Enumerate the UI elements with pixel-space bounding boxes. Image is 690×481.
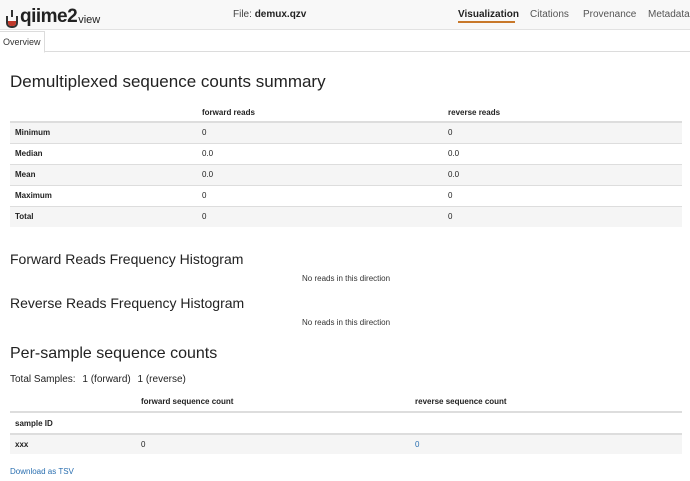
cell-reverse: 0.0 (448, 149, 460, 158)
summary-title: Demultiplexed sequence counts summary (10, 72, 326, 91)
row-label: Maximum (15, 191, 52, 200)
cell-forward: 0.0 (202, 149, 214, 158)
per-sample-title: Per-sample sequence counts (10, 345, 218, 362)
col-forward-sequence-count[interactable]: forward sequence count (136, 392, 410, 413)
qiime2-logo[interactable]: qiime2 view (5, 2, 100, 28)
total-samples-forward: 1 (forward) (82, 374, 131, 385)
forward-no-reads-message: No reads in this direction (302, 274, 391, 283)
reverse-histogram-title: Reverse Reads Frequency Histogram (10, 295, 245, 311)
table-row: Maximum 0 0 (10, 185, 682, 206)
col-forward-reads: forward reads (197, 103, 443, 123)
logo-text: qiime2 (20, 6, 78, 27)
logo-suffix: view (78, 14, 101, 26)
active-underline (458, 21, 515, 23)
col-reverse-reads: reverse reads (443, 103, 682, 123)
total-samples-label: Total Samples: (10, 374, 76, 385)
per-sample-table: forward sequence count reverse sequence … (10, 392, 682, 454)
table-row: Minimum 0 0 (10, 122, 682, 143)
cell-reverse: 0 (448, 191, 453, 200)
cell-reverse: 0.0 (448, 170, 460, 179)
forward-histogram-title: Forward Reads Frequency Histogram (10, 251, 244, 267)
tab-overview[interactable]: Overview (0, 31, 45, 53)
row-label: Minimum (15, 128, 51, 138)
flask-icon (5, 10, 19, 28)
row-label: Median (15, 149, 43, 158)
total-samples: Total Samples: 1 (forward) 1 (reverse) (10, 374, 190, 385)
table-row: xxx 0 0 (10, 434, 682, 454)
cell-forward: 0.0 (202, 170, 214, 179)
file-name: demux.qzv (254, 9, 307, 20)
cell-reverse: 0 (448, 128, 453, 138)
nav-citations-label: Citations (530, 9, 569, 20)
summary-table: forward reads reverse reads Minimum 0 0 … (10, 103, 682, 227)
top-bar: qiime2 view File: demux.qzv Visualizatio… (0, 0, 690, 30)
file-label: File: demux.qzv (233, 9, 306, 20)
table-row: Median 0.0 0.0 (10, 143, 682, 164)
empty-header (410, 412, 682, 435)
cell-reverse: 0 (448, 212, 453, 222)
nav-visualization[interactable]: Visualization (458, 0, 519, 30)
file-prefix: File: (233, 9, 252, 20)
cell-reverse-count[interactable]: 0 (410, 434, 682, 454)
empty-header (136, 412, 410, 435)
col-sample-id[interactable]: sample ID (10, 412, 136, 435)
nav-provenance-label: Provenance (583, 9, 637, 20)
nav-visualization-label: Visualization (458, 9, 519, 20)
table-row: Total 0 0 (10, 206, 682, 227)
row-label: Mean (15, 170, 36, 179)
col-reverse-sequence-count[interactable]: reverse sequence count (410, 392, 682, 413)
summary-corner-header (10, 103, 197, 123)
nav-provenance[interactable]: Provenance (583, 0, 636, 30)
nav-citations[interactable]: Citations (530, 0, 569, 30)
cell-forward: 0 (202, 191, 207, 200)
row-label: Total (15, 212, 34, 222)
nav-metadata-label: Metadata (648, 9, 690, 20)
cell-forward: 0 (202, 212, 207, 222)
total-samples-reverse: 1 (reverse) (137, 374, 186, 385)
per-sample-corner-header (10, 392, 136, 413)
cell-forward-count: 0 (141, 440, 146, 449)
table-row: Mean 0.0 0.0 (10, 164, 682, 185)
sample-id-cell: xxx (15, 440, 29, 449)
download-tsv-link[interactable]: Download as TSV (10, 467, 74, 476)
cell-forward: 0 (202, 128, 207, 138)
nav-metadata[interactable]: Metadata (648, 0, 690, 30)
reverse-no-reads-message: No reads in this direction (302, 318, 391, 327)
tab-strip: Overview (0, 30, 690, 53)
